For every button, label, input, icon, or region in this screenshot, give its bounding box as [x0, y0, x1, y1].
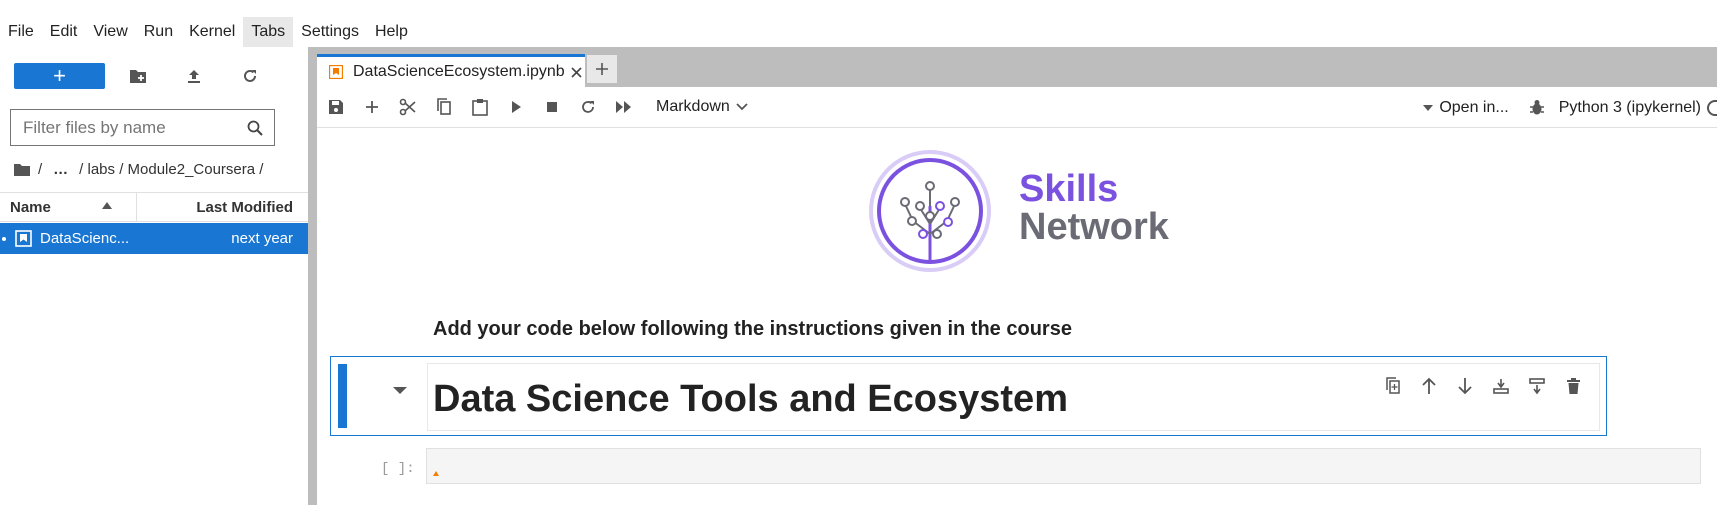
menu-settings[interactable]: Settings [293, 17, 367, 47]
file-browser-toolbar: + [14, 63, 263, 89]
breadcrumb-root[interactable]: / [38, 161, 42, 178]
run-icon[interactable] [498, 92, 534, 122]
menu-bar: File Edit View Run Kernel Tabs Settings … [0, 17, 416, 47]
column-name[interactable]: Name [0, 193, 137, 221]
add-tab-button[interactable] [587, 55, 617, 83]
caret-down-icon [1423, 104, 1434, 111]
fast-forward-icon[interactable] [606, 92, 642, 122]
markdown-heading: Data Science Tools and Ecosystem [433, 378, 1068, 420]
tab-title: DataScienceEcosystem.ipynb [353, 63, 565, 80]
new-folder-icon[interactable] [125, 63, 151, 89]
close-icon[interactable] [570, 66, 583, 79]
folder-icon[interactable] [13, 162, 31, 177]
notebook-tab-icon [329, 65, 343, 79]
cut-icon[interactable] [390, 92, 426, 122]
cell-type-select[interactable]: Markdown [656, 98, 748, 116]
breadcrumb-path[interactable]: / labs / Module2_Coursera / [79, 161, 263, 178]
logo-text-skills: Skills [1019, 168, 1119, 210]
file-list-header: Name Last Modified [0, 192, 308, 222]
notebook-content: Skills Network Add your code below follo… [317, 128, 1717, 505]
kernel-name[interactable]: Python 3 (ipykernel) [1559, 99, 1701, 117]
open-in-button[interactable]: Open in... [1439, 99, 1508, 117]
menu-kernel[interactable]: Kernel [181, 17, 243, 47]
active-markdown-cell[interactable]: Data Science Tools and Ecosystem [330, 356, 1607, 436]
skills-network-logo: Skills Network [865, 146, 1169, 276]
new-launcher-button[interactable]: + [14, 63, 105, 89]
search-icon[interactable] [246, 119, 264, 137]
bug-icon[interactable] [1529, 99, 1545, 116]
column-last-modified[interactable]: Last Modified [137, 193, 308, 221]
notebook-toolbar: Markdown Open in... Python 3 (ipykernel) [317, 87, 1717, 128]
stop-icon[interactable] [534, 92, 570, 122]
cell-type-value: Markdown [656, 98, 730, 115]
menu-help[interactable]: Help [367, 17, 416, 47]
kernel-status-icon [1707, 99, 1717, 116]
collapse-heading-icon[interactable] [393, 387, 407, 394]
copy-icon[interactable] [426, 92, 462, 122]
refresh-icon[interactable] [237, 63, 263, 89]
menu-edit[interactable]: Edit [42, 17, 86, 47]
delete-cell-icon[interactable] [1561, 374, 1585, 398]
file-browser-panel: + / … / labs / Module2_Coursera / Name [0, 47, 308, 505]
paste-icon[interactable] [462, 92, 498, 122]
breadcrumb: / … / labs / Module2_Coursera / [13, 159, 263, 179]
toolbar-right: Open in... Python 3 (ipykernel) [1423, 87, 1717, 128]
breadcrumb-ellipsis[interactable]: … [49, 161, 72, 178]
cell-content[interactable]: Data Science Tools and Ecosystem [427, 363, 1600, 431]
move-up-icon[interactable] [1417, 374, 1441, 398]
running-indicator-icon [2, 236, 6, 241]
plus-icon [596, 63, 608, 75]
instructions-text: Add your code below following the instru… [433, 318, 1072, 340]
move-down-icon[interactable] [1453, 374, 1477, 398]
tab-notebook[interactable]: DataScienceEcosystem.ipynb [317, 54, 585, 87]
cell-toolbar [1381, 374, 1585, 398]
save-icon[interactable] [318, 92, 354, 122]
column-name-label: Name [10, 198, 51, 216]
file-filter[interactable] [10, 109, 275, 146]
menu-run[interactable]: Run [136, 17, 181, 47]
list-item[interactable]: DataScienc... next year [0, 223, 308, 254]
menu-view[interactable]: View [85, 17, 135, 47]
cell-collapser-bar[interactable] [338, 364, 347, 428]
menu-tabs[interactable]: Tabs [243, 17, 294, 47]
code-cell-editor[interactable] [426, 448, 1701, 484]
insert-above-icon[interactable] [1489, 374, 1513, 398]
cursor-indicator [433, 471, 439, 476]
insert-cell-icon[interactable] [354, 92, 390, 122]
panel-splitter[interactable] [308, 47, 317, 505]
menu-file[interactable]: File [0, 17, 42, 47]
logo-text-network: Network [1019, 206, 1169, 248]
upload-icon[interactable] [181, 63, 207, 89]
sort-ascending-icon [102, 202, 112, 209]
column-modified-label: Last Modified [196, 198, 293, 216]
restart-icon[interactable] [570, 92, 606, 122]
tab-bar: DataScienceEcosystem.ipynb [317, 47, 1717, 87]
file-name: DataScienc... [40, 230, 130, 247]
duplicate-cell-icon[interactable] [1381, 374, 1405, 398]
input-prompt: [ ]: [381, 461, 415, 477]
insert-below-icon[interactable] [1525, 374, 1549, 398]
notebook-icon [15, 230, 32, 247]
filter-input[interactable] [21, 116, 246, 139]
chevron-down-icon [736, 103, 748, 111]
file-modified: next year [231, 230, 293, 247]
